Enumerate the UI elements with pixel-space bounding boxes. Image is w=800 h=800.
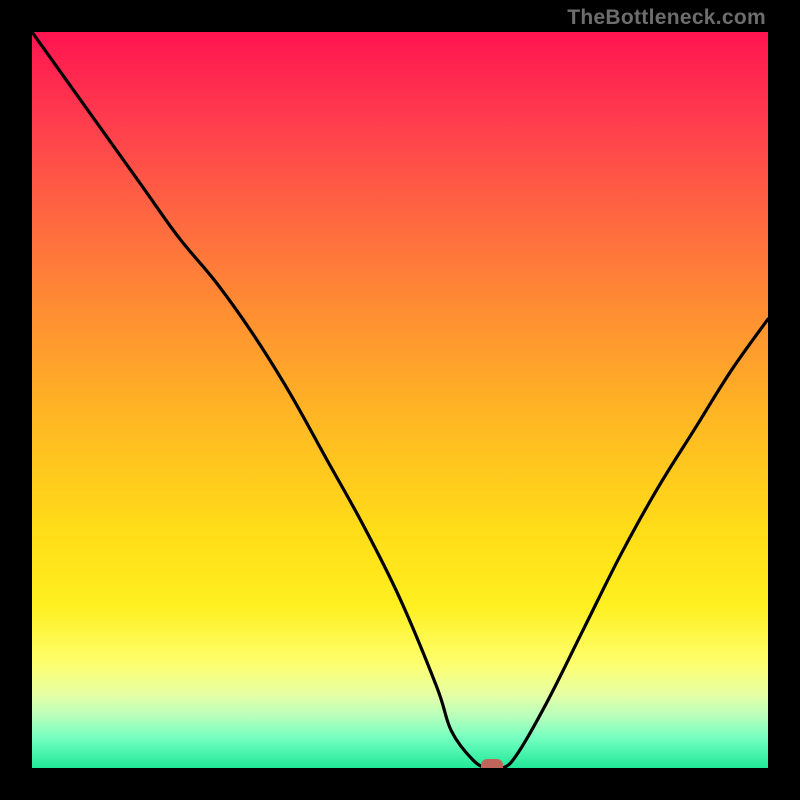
watermark-text: TheBottleneck.com	[567, 6, 766, 30]
plot-area	[32, 32, 768, 768]
chart-frame: TheBottleneck.com	[0, 0, 800, 800]
bottleneck-curve	[32, 32, 768, 768]
optimal-point-marker	[481, 759, 503, 768]
chart-svg	[32, 32, 768, 768]
